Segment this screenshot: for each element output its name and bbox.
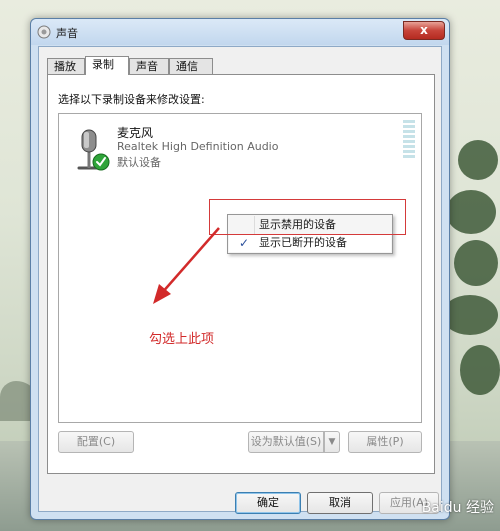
level-meter bbox=[403, 120, 415, 160]
close-button[interactable]: x bbox=[403, 21, 445, 40]
set-default-dropdown[interactable]: ▼ bbox=[324, 431, 340, 453]
title-bar[interactable]: 声音 x bbox=[31, 19, 449, 45]
menu-item-label: 显示已断开的设备 bbox=[259, 236, 347, 249]
annotation-arrow-icon bbox=[153, 227, 220, 304]
tab-recording[interactable]: 录制 bbox=[85, 56, 129, 75]
device-list[interactable]: 麦克风 Realtek High Definition Audio 默认设备 显… bbox=[58, 113, 422, 423]
set-default-button[interactable]: 设为默认值(S) bbox=[248, 431, 324, 453]
microphone-icon bbox=[77, 129, 110, 171]
device-item-microphone[interactable]: 麦克风 Realtek High Definition Audio 默认设备 bbox=[65, 120, 395, 172]
cancel-button[interactable]: 取消 bbox=[307, 492, 373, 514]
ok-button[interactable]: 确定 bbox=[235, 492, 301, 514]
device-driver: Realtek High Definition Audio bbox=[117, 140, 279, 153]
checkmark-icon: ✓ bbox=[239, 236, 250, 250]
annotation-text: 勾选上此项 bbox=[149, 332, 215, 347]
tab-communications[interactable]: 通信 bbox=[169, 58, 213, 74]
device-name: 麦克风 bbox=[117, 126, 154, 140]
device-status: 默认设备 bbox=[117, 156, 161, 169]
highlight-box bbox=[209, 199, 406, 235]
tab-playback[interactable]: 播放 bbox=[47, 58, 85, 74]
properties-button[interactable]: 属性(P) bbox=[348, 431, 422, 453]
client-area: 播放 录制 声音 通信 选择以下录制设备来修改设置: 麦克风 Realtek H… bbox=[38, 46, 442, 514]
tab-sounds[interactable]: 声音 bbox=[129, 58, 169, 74]
configure-button[interactable]: 配置(C) bbox=[58, 431, 134, 453]
menu-item-show-disconnected[interactable]: ✓ 显示已断开的设备 bbox=[229, 234, 391, 252]
recording-panel: 选择以下录制设备来修改设置: 麦克风 Realtek High Definiti… bbox=[47, 74, 435, 474]
instruction-text: 选择以下录制设备来修改设置: bbox=[58, 93, 205, 106]
watermark: Baidu 经验 bbox=[421, 500, 494, 516]
window-title: 声音 bbox=[56, 27, 78, 40]
sound-dialog: 声音 x 播放 录制 声音 通信 选择以下录制设备来修改设置: 麦克风 Real… bbox=[30, 18, 450, 520]
speaker-icon bbox=[37, 25, 51, 39]
